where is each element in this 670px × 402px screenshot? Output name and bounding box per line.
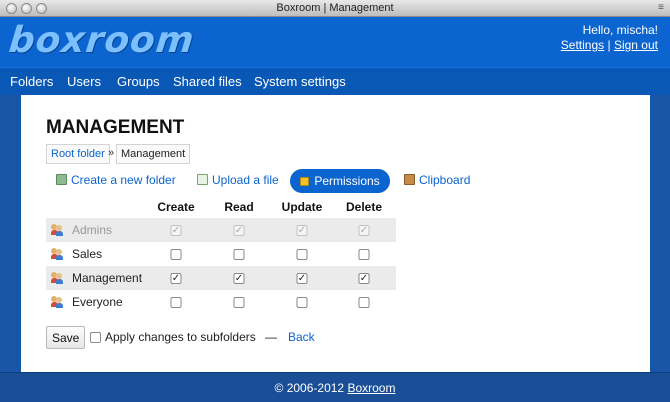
upload-file-link[interactable]: Upload a file [197, 173, 279, 187]
user-box: Hello, mischa! Settings | Sign out [561, 23, 658, 53]
column-header-read: Read [224, 200, 254, 214]
new-folder-icon [56, 174, 67, 185]
content-panel: MANAGEMENT Root folder » Management Crea… [21, 95, 650, 372]
sign-out-link[interactable]: Sign out [614, 38, 658, 52]
permissions-table-header: Create Read Update Delete [46, 195, 396, 219]
delete-permission-checkbox: ✓ [358, 225, 370, 236]
footer-boxroom-link[interactable]: Boxroom [347, 381, 395, 395]
create-permission-checkbox: ✓ [170, 225, 182, 236]
nav-item-system-settings[interactable]: System settings [254, 74, 346, 89]
group-name: Everyone [72, 295, 123, 309]
delete-permission-checkbox[interactable]: ✓ [358, 273, 370, 284]
permission-row: Everyone [46, 290, 396, 314]
group-icon [51, 224, 63, 236]
toolbar-toggle-icon[interactable]: ≡ [658, 2, 664, 13]
permission-row: Sales [46, 242, 396, 266]
permission-row: Admins ✓ ✓ ✓ ✓ [46, 218, 396, 242]
upload-file-icon [197, 174, 208, 185]
copyright-text: © 2006-2012 [274, 381, 345, 395]
folder-actions: Create a new folder Upload a file Permis… [21, 169, 650, 193]
read-permission-checkbox[interactable] [233, 297, 245, 308]
create-permission-checkbox[interactable] [170, 297, 182, 308]
update-permission-checkbox[interactable] [296, 249, 308, 260]
form-dash: — [265, 330, 277, 344]
upload-file-label: Upload a file [212, 173, 279, 187]
group-icon [51, 248, 63, 260]
delete-permission-checkbox[interactable] [358, 297, 370, 308]
back-link[interactable]: Back [288, 330, 315, 344]
create-permission-checkbox[interactable] [170, 249, 182, 260]
group-name: Admins [72, 223, 113, 237]
read-permission-checkbox: ✓ [233, 225, 245, 236]
apply-subfolders-label: Apply changes to subfolders [105, 330, 256, 344]
delete-permission-checkbox[interactable] [358, 249, 370, 260]
nav-item-groups[interactable]: Groups [117, 74, 160, 89]
clipboard-link[interactable]: Clipboard [404, 173, 470, 187]
group-name: Sales [72, 247, 103, 261]
group-icon [51, 296, 63, 308]
update-permission-checkbox[interactable] [296, 297, 308, 308]
create-folder-label: Create a new folder [71, 173, 176, 187]
footer-text: © 2006-2012 Boxroom [0, 381, 670, 395]
group-name: Management [72, 271, 143, 285]
group-icon [51, 272, 63, 284]
page-title: MANAGEMENT [46, 117, 185, 138]
create-folder-link[interactable]: Create a new folder [56, 173, 176, 187]
column-header-delete: Delete [345, 200, 383, 214]
user-links-separator: | [607, 38, 611, 52]
breadcrumb-current: Management [116, 144, 191, 164]
window-title: Boxroom | Management [276, 2, 394, 14]
footer: © 2006-2012 Boxroom [0, 372, 670, 402]
create-permission-checkbox[interactable]: ✓ [170, 273, 182, 284]
nav-item-users[interactable]: Users [67, 74, 101, 89]
settings-link[interactable]: Settings [561, 38, 604, 52]
breadcrumb-separator: » [108, 147, 115, 159]
lock-icon [300, 177, 310, 186]
apply-subfolders-checkbox[interactable] [90, 332, 101, 343]
read-permission-checkbox[interactable]: ✓ [233, 273, 245, 284]
read-permission-checkbox[interactable] [233, 249, 245, 260]
column-header-update: Update [281, 200, 323, 214]
greeting: Hello, mischa! [582, 23, 658, 37]
nav-item-folders[interactable]: Folders [10, 74, 53, 89]
column-header-create: Create [157, 200, 195, 214]
boxroom-logo[interactable]: boxroom [7, 20, 197, 61]
window-title-bar: Boxroom | Management ≡ [0, 0, 670, 17]
save-button[interactable]: Save [46, 326, 86, 349]
app-header: boxroom Hello, mischa! Settings | Sign o… [0, 17, 670, 67]
permissions-label: Permissions [314, 174, 380, 188]
permissions-button[interactable]: Permissions [290, 169, 390, 193]
breadcrumb-root-folder[interactable]: Root folder [46, 144, 110, 164]
update-permission-checkbox: ✓ [296, 225, 308, 236]
main-nav: Folders Users Groups Shared files System… [0, 67, 670, 95]
permission-row: Management ✓ ✓ ✓ ✓ [46, 266, 396, 290]
clipboard-icon [404, 174, 415, 185]
clipboard-label: Clipboard [419, 173, 471, 187]
update-permission-checkbox[interactable]: ✓ [296, 273, 308, 284]
nav-item-shared-files[interactable]: Shared files [173, 74, 242, 89]
